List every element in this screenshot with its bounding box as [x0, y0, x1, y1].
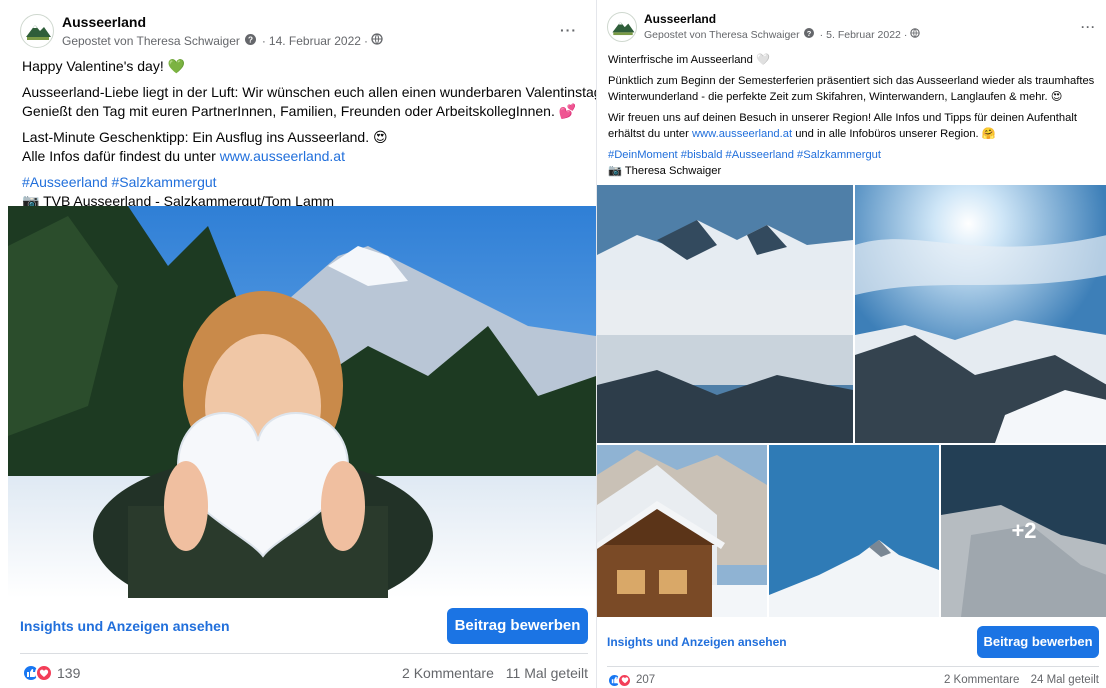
- post-meta: Gepostet von Theresa Schwaiger ? · 14. F…: [62, 33, 383, 48]
- caption-line: Happy Valentine's day! 💚: [22, 58, 186, 74]
- post-caption: Happy Valentine's day! 💚 Ausseerland-Lie…: [22, 57, 596, 211]
- caption-text: und in alle Infobüros unserer Region. 🤗: [792, 128, 996, 140]
- post-valentines: Ausseerland Gepostet von Theresa Schwaig…: [0, 0, 596, 688]
- more-options-button[interactable]: ···: [560, 22, 577, 38]
- post-header: Ausseerland Gepostet von Theresa Schwaig…: [20, 14, 383, 48]
- more-options-button[interactable]: ···: [1081, 20, 1096, 34]
- reactions-count: 207: [636, 674, 656, 686]
- page-avatar[interactable]: [607, 12, 637, 42]
- photo-tile-sun-alps[interactable]: [855, 185, 1106, 443]
- info-icon[interactable]: ?: [803, 28, 814, 41]
- shares-count[interactable]: 24 Mal geteilt: [1031, 674, 1099, 686]
- posted-by: Gepostet von Theresa Schwaiger: [62, 33, 240, 48]
- info-icon[interactable]: ?: [244, 33, 256, 48]
- caption-line: Wir freuen uns auf deinen Besuch in unse…: [608, 112, 1077, 124]
- svg-text:?: ?: [248, 35, 253, 44]
- post-winterfrische: Ausseerland Gepostet von Theresa Schwaig…: [596, 0, 1106, 688]
- post-meta: Gepostet von Theresa Schwaiger ? · 5. Fe…: [644, 28, 921, 41]
- comments-count[interactable]: 2 Kommentare: [402, 665, 494, 681]
- engagement-stats: 207 2 Kommentare 24 Mal geteilt: [607, 672, 1099, 688]
- photo-woman-snow-heart: [8, 206, 596, 598]
- caption-line: Ausseerland-Liebe liegt in der Luft: Wir…: [22, 84, 596, 100]
- ausseerland-logo-icon: [26, 25, 51, 40]
- engagement-stats: 139 2 Kommentare 11 Mal geteilt: [22, 662, 588, 684]
- posted-by: Gepostet von Theresa Schwaiger: [644, 28, 800, 41]
- promote-bar: Insights und Anzeigen ansehen Beitrag be…: [607, 617, 1099, 667]
- ausseerland-logo-icon: [612, 21, 635, 36]
- caption-line: Winterfrische im Ausseerland 🤍: [608, 54, 770, 66]
- caption-text: Alle Infos dafür findest du unter: [22, 148, 220, 164]
- reactions-summary[interactable]: 207: [607, 672, 656, 688]
- hashtags[interactable]: #Ausseerland #Salzkammergut: [22, 173, 596, 192]
- comments-shares: 2 Kommentare 11 Mal geteilt: [402, 665, 588, 681]
- globe-icon: [371, 33, 383, 48]
- page-avatar[interactable]: [20, 14, 54, 48]
- insights-link[interactable]: Insights und Anzeigen ansehen: [20, 618, 230, 634]
- post-date[interactable]: 14. Februar 2022: [269, 34, 361, 48]
- comments-shares: 2 Kommentare 24 Mal geteilt: [944, 674, 1099, 686]
- photo-credit: 📷 Theresa Schwaiger: [608, 165, 722, 177]
- boost-post-button[interactable]: Beitrag bewerben: [447, 607, 588, 644]
- photo-tile-wooden-hut[interactable]: [597, 445, 767, 617]
- photo-grid: +2: [597, 185, 1106, 617]
- caption-line: erhältst du unter www.ausseerland.at und…: [608, 126, 1094, 142]
- shares-count[interactable]: 11 Mal geteilt: [506, 665, 588, 681]
- more-photos-count: +2: [941, 445, 1106, 617]
- photo-tile-snowy-peak[interactable]: [769, 445, 939, 617]
- caption-line: Alle Infos dafür findest du unter www.au…: [22, 147, 596, 166]
- photo-tile-more[interactable]: +2: [941, 445, 1106, 617]
- hashtags[interactable]: #DeinMoment #bisbald #Ausseerland #Salzk…: [608, 147, 1094, 163]
- post-caption: Winterfrische im Ausseerland 🤍 Pünktlich…: [608, 52, 1094, 179]
- globe-icon: [910, 28, 921, 41]
- insights-link[interactable]: Insights und Anzeigen ansehen: [607, 635, 787, 649]
- page-name[interactable]: Ausseerland: [644, 12, 920, 26]
- comments-count[interactable]: 2 Kommentare: [944, 674, 1019, 686]
- page-name[interactable]: Ausseerland: [62, 14, 383, 30]
- promote-bar: Insights und Anzeigen ansehen Beitrag be…: [20, 598, 588, 654]
- website-link[interactable]: www.ausseerland.at: [692, 128, 792, 140]
- reactions-count: 139: [57, 665, 81, 681]
- love-reaction-icon: [617, 672, 632, 688]
- caption-line: Winterwunderland - die perfekte Zeit zum…: [608, 91, 1063, 103]
- caption-line: Last-Minute Geschenktipp: Ein Ausflug in…: [22, 129, 388, 145]
- caption-line: Pünktlich zum Beginn der Semesterferien …: [608, 75, 1095, 87]
- photo-tile-mountains-clouds[interactable]: [597, 185, 853, 443]
- reactions-summary[interactable]: 139: [22, 664, 80, 682]
- caption-text: erhältst du unter: [608, 128, 692, 140]
- post-header: Ausseerland Gepostet von Theresa Schwaig…: [607, 12, 921, 42]
- svg-text:?: ?: [806, 29, 811, 38]
- caption-line: Genießt den Tag mit euren PartnerInnen, …: [22, 103, 577, 119]
- post-photo-woman-snow-heart[interactable]: [8, 206, 596, 598]
- post-date[interactable]: 5. Februar 2022: [826, 29, 901, 41]
- website-link[interactable]: www.ausseerland.at: [220, 148, 345, 164]
- boost-post-button[interactable]: Beitrag bewerben: [977, 625, 1099, 658]
- love-reaction-icon: [35, 664, 53, 682]
